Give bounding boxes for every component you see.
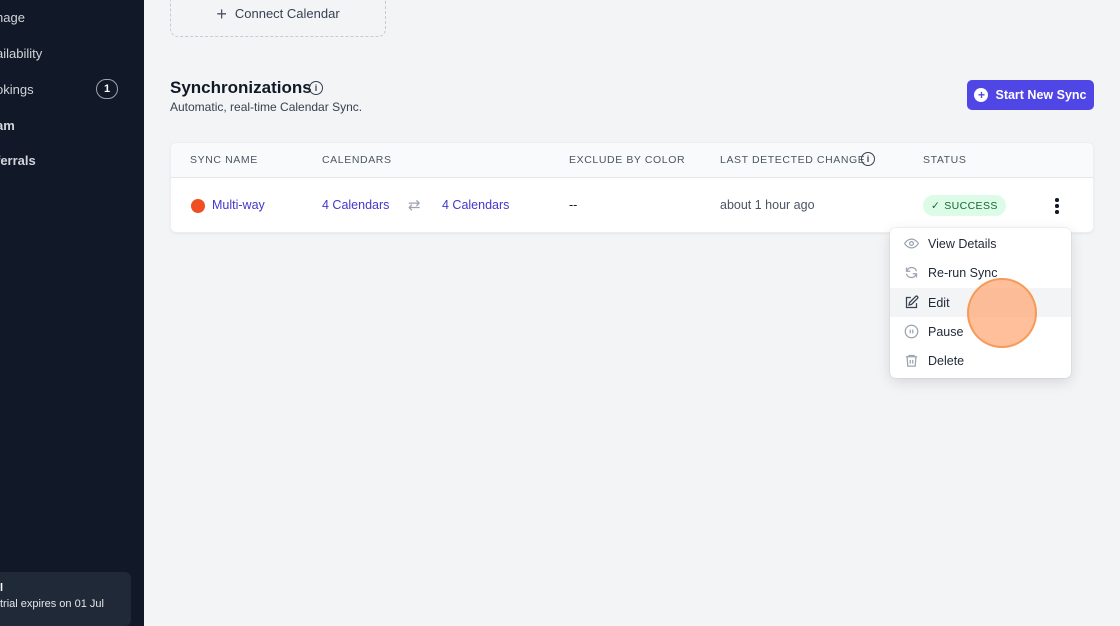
trial-card: l trial expires on 01 Jul — [0, 572, 131, 626]
trash-icon — [903, 353, 919, 369]
status-badge: ✓ SUCCESS — [923, 195, 1006, 216]
calendars-from-link[interactable]: 4 Calendars — [322, 198, 389, 212]
start-new-sync-label: Start New Sync — [995, 88, 1087, 102]
page-subtitle: Automatic, real-time Calendar Sync. — [170, 100, 363, 114]
column-header-sync-name: SYNC NAME — [190, 154, 258, 166]
table-header: SYNC NAME CALENDARS EXCLUDE BY COLOR LAS… — [171, 143, 1093, 178]
page-title: Synchronizations — [170, 78, 312, 97]
sidebar: nage ailability okings 1 am ferrals l tr… — [0, 0, 144, 626]
sidebar-item-label: ailability — [0, 45, 43, 61]
column-header-status: STATUS — [923, 154, 967, 166]
sync-color-dot — [191, 199, 205, 213]
sidebar-item-label: nage — [0, 9, 25, 25]
bookings-count-badge: 1 — [96, 79, 118, 99]
column-header-exclude-by-color: EXCLUDE BY COLOR — [569, 154, 686, 166]
menu-item-delete[interactable]: Delete — [890, 346, 1071, 375]
trial-expiry-text: trial expires on 01 Jul — [0, 598, 104, 610]
connect-calendar-button[interactable]: + Connect Calendar — [170, 0, 386, 37]
sidebar-item-team[interactable]: am — [0, 115, 15, 135]
last-detected-change-value: about 1 hour ago — [720, 198, 815, 212]
trial-title: l — [0, 582, 4, 594]
sidebar-item-manage[interactable]: nage — [0, 7, 25, 27]
pause-icon — [903, 324, 919, 340]
start-new-sync-button[interactable]: + Start New Sync — [967, 80, 1094, 110]
sidebar-item-label: okings — [0, 81, 34, 97]
sidebar-item-bookings[interactable]: okings — [0, 79, 34, 99]
status-label: SUCCESS — [944, 199, 998, 212]
swap-arrows-icon: ⇄ — [408, 197, 421, 214]
plus-icon: + — [216, 3, 227, 24]
menu-item-label: Edit — [928, 295, 950, 310]
sidebar-item-label: am — [0, 117, 15, 133]
kebab-dot — [1055, 204, 1059, 208]
refresh-icon — [903, 265, 919, 281]
menu-item-view-details[interactable]: View Details — [890, 229, 1071, 258]
sidebar-item-referrals[interactable]: ferrals — [0, 150, 36, 170]
plus-circle-icon: + — [974, 88, 989, 102]
menu-item-rerun-sync[interactable]: Re-run Sync — [890, 258, 1071, 287]
sync-name-link[interactable]: Multi-way — [212, 198, 265, 212]
menu-item-label: Re-run Sync — [928, 265, 998, 280]
check-icon: ✓ — [931, 199, 941, 212]
column-header-calendars: CALENDARS — [322, 154, 392, 166]
info-icon[interactable]: i — [861, 152, 875, 166]
kebab-dot — [1055, 210, 1059, 214]
kebab-dot — [1055, 198, 1059, 202]
info-icon[interactable]: i — [309, 81, 323, 95]
row-actions-menu-button[interactable] — [1049, 196, 1065, 216]
sync-table: SYNC NAME CALENDARS EXCLUDE BY COLOR LAS… — [170, 142, 1094, 233]
exclude-by-color-value: -- — [569, 198, 578, 212]
click-indicator — [967, 278, 1037, 348]
menu-item-label: Delete — [928, 353, 965, 368]
menu-item-label: View Details — [928, 236, 997, 251]
menu-item-label: Pause — [928, 324, 964, 339]
connect-calendar-label: Connect Calendar — [234, 6, 340, 21]
edit-icon — [903, 295, 919, 311]
sidebar-item-label: ferrals — [0, 152, 36, 168]
column-header-last-detected-change: LAST DETECTED CHANGE — [720, 154, 866, 166]
sidebar-item-availability[interactable]: ailability — [0, 43, 42, 63]
eye-icon — [903, 236, 919, 252]
calendars-to-link[interactable]: 4 Calendars — [442, 198, 509, 212]
